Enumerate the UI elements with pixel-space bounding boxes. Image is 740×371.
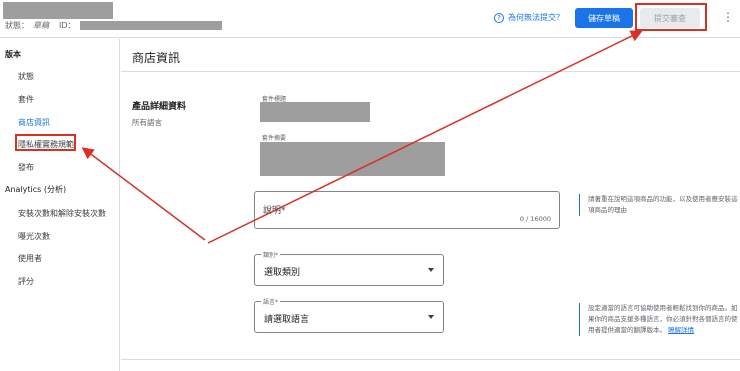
chevron-down-icon (428, 268, 434, 272)
language-hint: 設定適當的語言可協助使用者輕鬆找到你的商品。如果你的商品支援多種語言，你必須針對… (579, 303, 739, 336)
main-content: 商店資訊 產品詳細資料 所有語言 套件標題 套件摘要 說明* 0 / 16000… (121, 39, 740, 371)
sidebar-item-package[interactable]: 套件 (18, 94, 34, 105)
description-hint: 請著重在說明這項商品的功能，以及使用者應安裝這項商品的理由 (579, 194, 739, 216)
annotation-box-submit (635, 3, 707, 31)
more-vert-icon[interactable]: ⋮ (722, 11, 734, 23)
top-app-bar: 狀態： 草稿 ID： ? 為何無法提交？ 儲存草稿 提交審查 ⋮ (0, 0, 740, 38)
chevron-down-icon (428, 315, 434, 319)
sidebar-item-impressions[interactable]: 曝光次數 (18, 231, 50, 242)
package-summary-label: 套件摘要 (262, 135, 287, 142)
redacted-package-title (260, 102, 370, 122)
page-title: 商店資訊 (132, 51, 181, 65)
status-value: 草稿 (33, 21, 49, 30)
bottom-divider (121, 359, 740, 360)
description-hint-text: 請著重在說明這項商品的功能，以及使用者應安裝這項商品的理由 (588, 195, 738, 214)
sidebar-item-ratings[interactable]: 評分 (18, 276, 34, 287)
id-label: ID： (59, 21, 76, 30)
sidebar-item-publish[interactable]: 發布 (18, 162, 34, 173)
language-hint-text: 設定適當的語言可協助使用者輕鬆找到你的商品。如果你的商品支援多種語言，你必須針對… (588, 304, 738, 334)
description-counter: 0 / 16000 (519, 215, 551, 223)
category-label: 類別* (261, 250, 281, 259)
learn-more-link[interactable]: 瞭解詳情 (668, 326, 694, 334)
annotation-box-privacy (15, 134, 76, 151)
category-select[interactable]: 類別* 選取類別 (254, 250, 444, 286)
category-value: 選取類別 (264, 268, 301, 278)
section-title: 產品詳細資料 (132, 102, 187, 112)
redacted-package-summary (260, 142, 445, 176)
redacted-id (79, 21, 222, 30)
title-divider (121, 71, 740, 72)
language-label: 語言* (261, 297, 281, 306)
sidebar-item-store-listing[interactable]: 商店資訊 (18, 117, 50, 128)
nav-section-version: 版本 (5, 50, 21, 59)
redacted-item-title (3, 2, 113, 19)
why-cannot-submit-link[interactable]: ? 為何無法提交？ (494, 12, 564, 23)
sidebar-item-status[interactable]: 狀態 (18, 71, 34, 82)
language-value: 請選取語言 (264, 315, 310, 325)
sidebar-item-users[interactable]: 使用者 (18, 253, 42, 264)
language-select[interactable]: 語言* 請選取語言 (254, 297, 444, 333)
description-textarea[interactable]: 說明* 0 / 16000 (254, 191, 560, 229)
sidebar-item-installs[interactable]: 安裝次數和解除安裝次數 (18, 208, 106, 219)
save-draft-button[interactable]: 儲存草稿 (575, 8, 633, 28)
help-circle-icon: ? (494, 12, 504, 23)
status-row: 狀態： 草稿 ID： (5, 20, 222, 31)
help-text: 為何無法提交？ (508, 13, 564, 22)
nav-section-analytics[interactable]: Analytics (分析) (5, 184, 66, 195)
status-label: 狀態： (5, 21, 29, 30)
section-subtitle: 所有語言 (132, 118, 162, 127)
sidebar-nav: 版本 狀態 套件 商店資訊 隱私權實務規範 發布 Analytics (分析) … (0, 39, 120, 371)
description-label: 說明* (263, 206, 286, 216)
